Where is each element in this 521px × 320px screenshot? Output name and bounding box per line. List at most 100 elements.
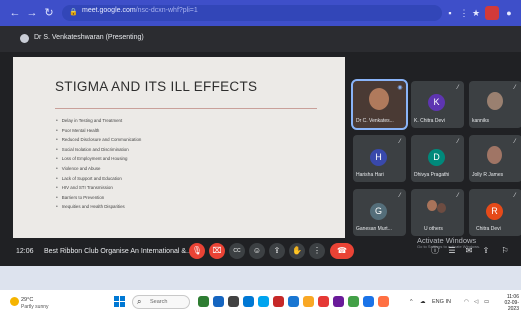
participant-name: Jolly R James (472, 172, 504, 178)
tray-clock[interactable]: 11:06 02-09-2023 (497, 294, 519, 312)
participant-photo (427, 200, 437, 211)
presenter-label: Dr S. Venkateshwaran (Presenting) (34, 34, 144, 41)
emoji-icon: ☺ (252, 246, 262, 255)
participant-name: U others (424, 226, 443, 232)
widgets-icon[interactable] (198, 296, 209, 307)
forward-icon[interactable]: → (25, 6, 39, 20)
windows-logo-part (120, 302, 125, 307)
app-icon[interactable] (333, 296, 344, 307)
edge-icon[interactable] (243, 296, 254, 307)
app-icon[interactable] (348, 296, 359, 307)
url-text[interactable]: meet.google.com/nsc-dcxn-whf?pli=1 (82, 7, 198, 14)
url-domain: meet.google.com (82, 7, 136, 14)
reload-icon[interactable]: ↻ (42, 6, 56, 20)
slide-title: STIGMA AND ITS ILL EFFECTS (55, 79, 258, 94)
mic-off-icon: ⁄ (514, 193, 516, 199)
participant-name: Harisha Hari (356, 172, 384, 178)
participant-avatar: G (370, 203, 387, 220)
app-icon[interactable] (378, 296, 389, 307)
slide-bullet: Poor Mental Health (56, 126, 316, 136)
store-icon[interactable] (258, 296, 269, 307)
captions-button[interactable]: CC (229, 243, 245, 259)
info-icon[interactable]: ⓘ (430, 246, 440, 256)
weather-description[interactable]: Partly sunny (21, 304, 49, 310)
participant-photo (487, 146, 502, 164)
slide-bullet: Violence and Abuse (56, 164, 316, 174)
more-vert-icon: ⋮ (313, 246, 321, 255)
mic-muted-icon: 🎙 (191, 246, 203, 255)
slide-bullet: Loss of Employment and Housing (56, 154, 316, 164)
url-path: /nsc-dcxn-whf?pli=1 (135, 7, 198, 14)
task-view-icon[interactable] (213, 296, 224, 307)
activities-icon[interactable]: ⇪ (481, 246, 491, 256)
participant-photo (369, 88, 389, 110)
slide-divider (55, 108, 317, 109)
present-button[interactable]: ⇪ (269, 243, 285, 259)
slide-bullet: Inequities and Health Disparities (56, 202, 316, 212)
participant-name: Dhivya Pragathi (414, 172, 450, 178)
profile-icon[interactable]: ● (503, 7, 515, 19)
wifi-icon[interactable]: ◠ (464, 299, 469, 305)
participant-name: Dr C. Venkates... (356, 118, 394, 124)
slide-bullet: Barriers to Prevention (56, 193, 316, 203)
mic-off-icon: ⁄ (514, 139, 516, 145)
volume-icon[interactable]: ◁ (474, 299, 478, 305)
participant-photo (487, 92, 503, 110)
participant-avatar: D (428, 149, 445, 166)
end-call-icon: ☎ (337, 246, 347, 255)
hand-icon: ✋ (292, 246, 302, 255)
start-button[interactable] (114, 296, 125, 307)
slide-bullet: Delay in Testing and Treatment (56, 116, 316, 126)
tray-chevron-icon[interactable]: ^ (410, 299, 413, 305)
slide-bullet: Lack of Support and Education (56, 174, 316, 184)
tray-date: 02-09-2023 (504, 300, 519, 312)
cloud-icon[interactable]: ☁ (420, 299, 426, 305)
participant-avatar: R (486, 203, 503, 220)
leave-call-button[interactable]: ☎ (330, 243, 354, 259)
share-icon[interactable]: ⋮ (458, 7, 470, 19)
weather-temperature[interactable]: 29°C (21, 297, 33, 303)
mic-off-icon: ⁄ (457, 85, 459, 91)
search-icon: ⌕ (137, 297, 142, 306)
meeting-clock: 12:06 (16, 248, 34, 255)
back-icon[interactable]: ← (8, 6, 22, 20)
microphone-toggle[interactable]: 🎙 (189, 243, 205, 259)
participant-avatar: H (370, 149, 387, 166)
present-icon: ⇪ (273, 246, 281, 255)
file-explorer-icon[interactable] (228, 296, 239, 307)
lock-icon: 🔒 (69, 9, 78, 16)
reactions-button[interactable]: ☺ (249, 243, 265, 259)
chat-icon[interactable]: ✉ (464, 246, 474, 256)
media-icon[interactable] (273, 296, 284, 307)
windows-logo-part (120, 296, 125, 301)
slide-bullet-list: Delay in Testing and Treatment Poor Ment… (56, 116, 316, 212)
raise-hand-button[interactable]: ✋ (289, 243, 305, 259)
slide-bullet: HIV and STI Transmission (56, 183, 316, 193)
cast-icon[interactable]: ▪ (444, 7, 456, 19)
participant-name: Ganesan Murt... (356, 226, 392, 232)
record-icon[interactable] (485, 6, 499, 20)
mic-off-icon: ⁄ (457, 193, 459, 199)
people-icon[interactable]: ☰ (447, 246, 457, 256)
windows-logo-part (114, 302, 119, 307)
camera-toggle[interactable]: ⌧ (209, 243, 225, 259)
more-options-button[interactable]: ⋮ (309, 243, 325, 259)
language-indicator[interactable]: ENG IN (432, 299, 451, 305)
slide-bullet: Reduced Disclosure and Communication (56, 135, 316, 145)
battery-icon[interactable]: ▭ (484, 299, 489, 305)
photos-icon[interactable] (303, 296, 314, 307)
search-placeholder: Search (150, 299, 168, 305)
participant-name: kanniks (472, 118, 489, 124)
settings-icon[interactable] (288, 296, 299, 307)
weather-sun-icon[interactable] (10, 297, 19, 306)
mic-off-icon: ⁄ (399, 193, 401, 199)
camera-off-icon: ⌧ (212, 246, 222, 255)
host-controls-icon[interactable]: ⚐ (500, 246, 510, 256)
windows-logo-icon (114, 296, 119, 301)
mic-off-icon: ⁄ (457, 139, 459, 145)
chrome-icon[interactable] (318, 296, 329, 307)
app-icon[interactable] (363, 296, 374, 307)
meeting-title: Best Ribbon Club Organise An Internation… (44, 248, 192, 255)
captions-icon: CC (233, 248, 241, 254)
bookmark-star-icon[interactable]: ★ (470, 7, 482, 19)
